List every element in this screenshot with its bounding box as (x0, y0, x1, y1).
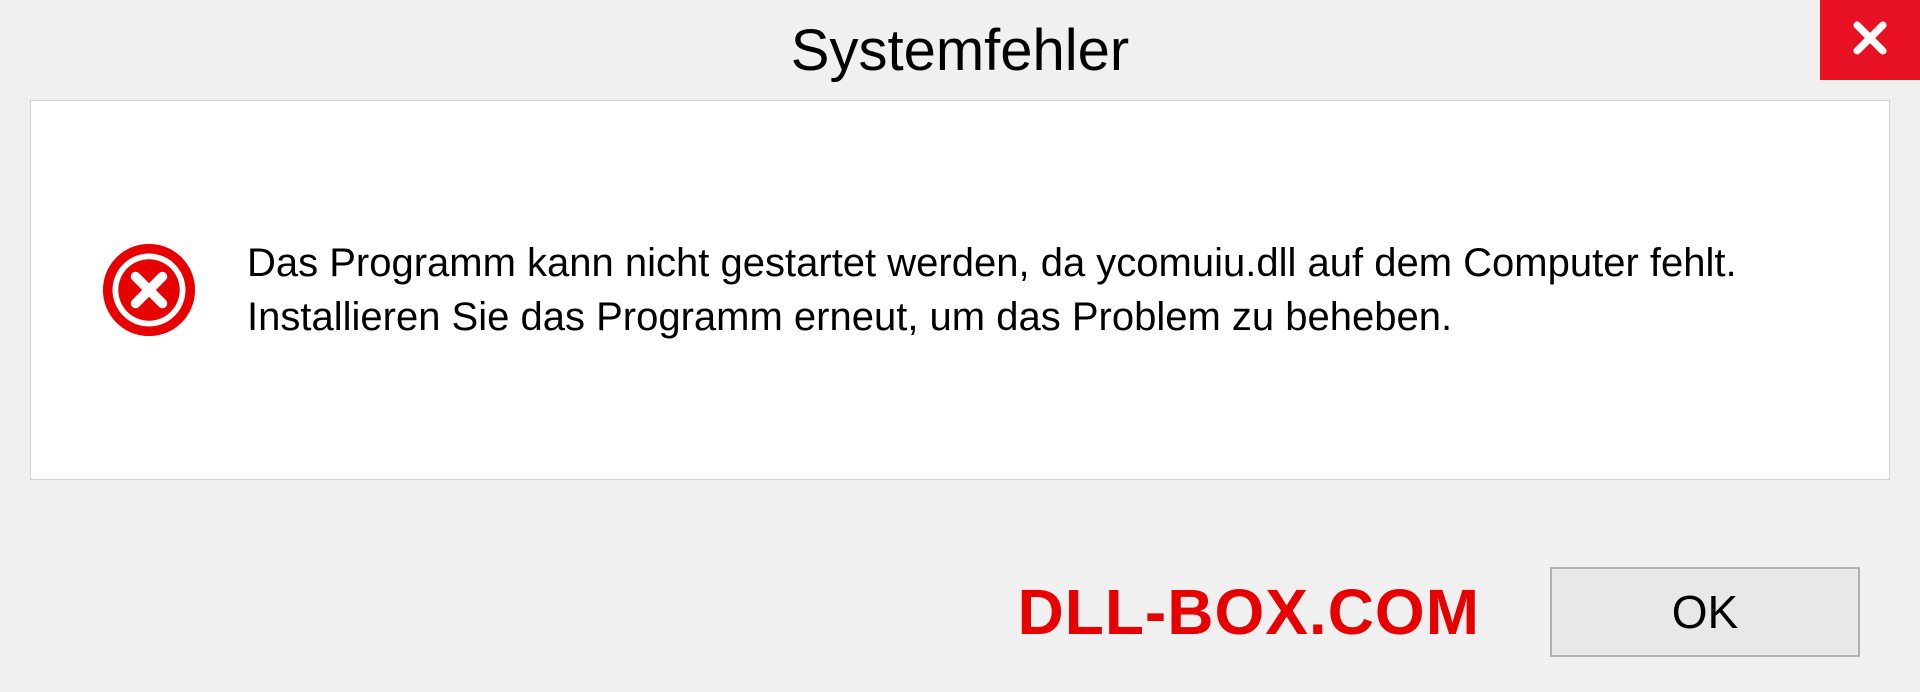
close-button[interactable] (1820, 0, 1920, 80)
titlebar: Systemfehler (0, 0, 1920, 100)
error-icon (101, 242, 197, 338)
brand-watermark: DLL-BOX.COM (1018, 575, 1481, 649)
dialog-title: Systemfehler (791, 17, 1129, 84)
ok-button[interactable]: OK (1550, 567, 1860, 657)
dialog-footer: DLL-BOX.COM OK (0, 532, 1920, 692)
message-panel: Das Programm kann nicht gestartet werden… (30, 100, 1890, 480)
error-message: Das Programm kann nicht gestartet werden… (247, 236, 1819, 344)
close-icon (1848, 16, 1892, 65)
